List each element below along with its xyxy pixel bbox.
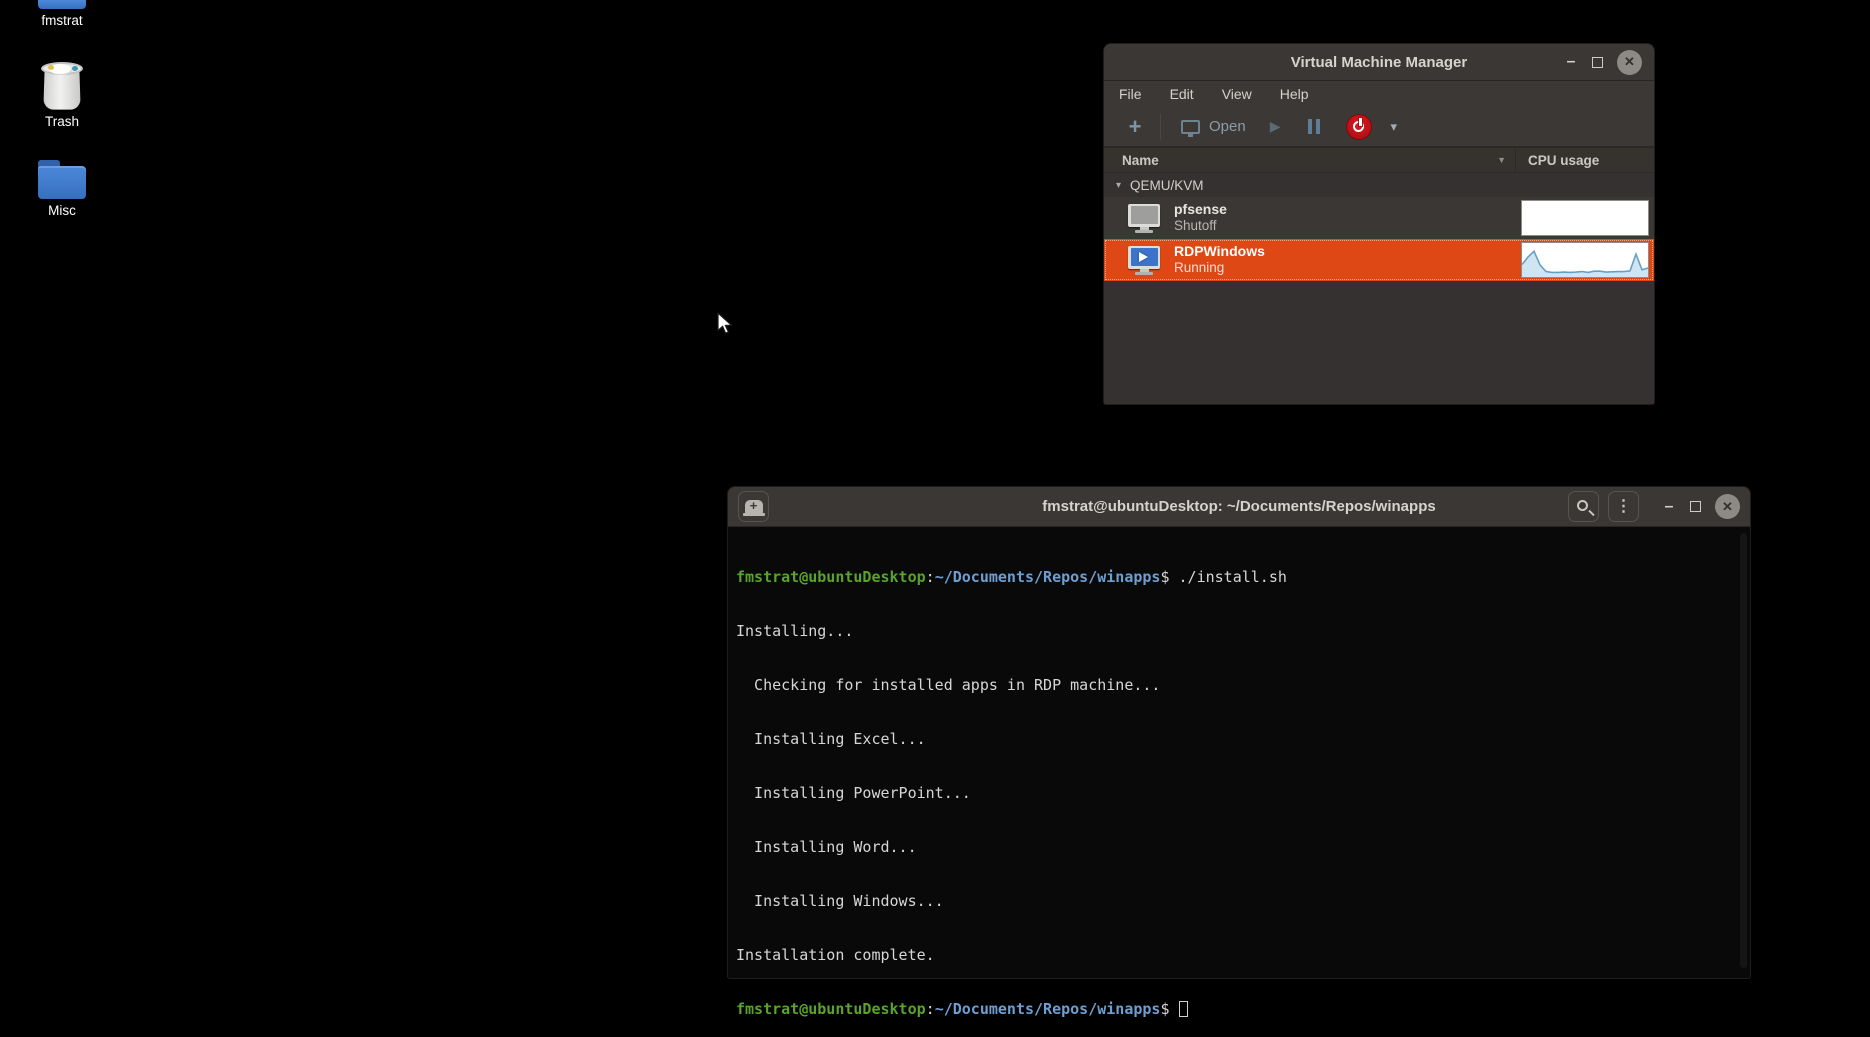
monitor-screen bbox=[1131, 206, 1158, 224]
folder-icon bbox=[38, 160, 86, 199]
prompt-user-host: fmstrat@ubuntuDesktop bbox=[736, 1000, 926, 1018]
vm-row-rdpwindows[interactable]: RDPWindows Running bbox=[1104, 239, 1654, 281]
maximize-button[interactable] bbox=[1690, 501, 1701, 512]
column-header-name[interactable]: Name ▼ bbox=[1104, 153, 1515, 168]
terminal-line: Installing Excel... bbox=[736, 730, 1742, 748]
expander-icon[interactable]: ▾ bbox=[1116, 180, 1121, 191]
prompt-path: ~/Documents/Repos/winapps bbox=[935, 1000, 1161, 1018]
minimize-button[interactable]: – bbox=[1564, 57, 1578, 67]
prompt-dollar: $ bbox=[1160, 568, 1169, 586]
vm-name: pfsense bbox=[1174, 201, 1227, 219]
desktop-icon-misc[interactable]: Misc bbox=[10, 160, 114, 218]
folder-icon bbox=[38, 0, 86, 9]
minimize-button[interactable]: – bbox=[1662, 502, 1676, 512]
vmm-window: Virtual Machine Manager – ✕ File Edit Vi… bbox=[1103, 43, 1655, 405]
maximize-button[interactable] bbox=[1592, 57, 1603, 68]
monitor-frame bbox=[1128, 246, 1160, 269]
menu-help[interactable]: Help bbox=[1280, 86, 1309, 102]
column-header-cpu[interactable]: CPU usage bbox=[1516, 153, 1599, 168]
prompt-separator: : bbox=[926, 1000, 935, 1018]
vm-status: Running bbox=[1174, 260, 1265, 277]
vm-group-row-qemu[interactable]: ▾ QEMU/KVM bbox=[1104, 173, 1654, 197]
prompt-user-host: fmstrat@ubuntuDesktop bbox=[736, 568, 926, 586]
prompt-path: ~/Documents/Repos/winapps bbox=[935, 568, 1161, 586]
vm-row-pfsense[interactable]: pfsense Shutoff bbox=[1104, 197, 1654, 239]
monitor-foot bbox=[1135, 272, 1153, 275]
mouse-cursor bbox=[716, 312, 740, 336]
trash-icon bbox=[37, 62, 87, 110]
new-terminal-icon bbox=[745, 500, 763, 514]
new-vm-button[interactable]: + bbox=[1120, 114, 1150, 140]
vm-monitor-icon-running bbox=[1128, 246, 1160, 275]
cpu-usage-graph-empty bbox=[1521, 200, 1649, 236]
terminal-line: Checking for installed apps in RDP machi… bbox=[736, 676, 1742, 694]
vm-group-label: QEMU/KVM bbox=[1130, 178, 1204, 193]
vmm-toolbar: + Open ▶ ▾ bbox=[1104, 107, 1654, 147]
desktop-icon-label: Misc bbox=[10, 203, 114, 218]
sort-indicator-icon[interactable]: ▼ bbox=[1497, 155, 1506, 165]
name-column-label: Name bbox=[1122, 153, 1159, 168]
toolbar-separator bbox=[1160, 114, 1161, 140]
folder-body bbox=[38, 166, 86, 199]
menu-view[interactable]: View bbox=[1222, 86, 1252, 102]
menu-edit[interactable]: Edit bbox=[1170, 86, 1194, 102]
prompt-separator: : bbox=[926, 568, 935, 586]
desktop-icon-label: fmstrat bbox=[10, 13, 114, 28]
pause-vm-button[interactable] bbox=[1308, 119, 1320, 134]
terminal-cursor bbox=[1179, 1001, 1188, 1017]
shutdown-vm-button[interactable] bbox=[1346, 114, 1372, 140]
vm-texts: pfsense Shutoff bbox=[1174, 201, 1227, 235]
trash-speck bbox=[72, 66, 78, 71]
run-vm-button[interactable]: ▶ bbox=[1270, 118, 1281, 135]
prompt-dollar: $ bbox=[1160, 1000, 1169, 1018]
vm-texts: RDPWindows Running bbox=[1174, 243, 1265, 277]
terminal-line: Installation complete. bbox=[736, 946, 1742, 964]
terminal-scrollbar[interactable] bbox=[1740, 533, 1747, 968]
power-icon-bar bbox=[1359, 118, 1362, 126]
terminal-line-prompt: fmstrat@ubuntuDesktop:~/Documents/Repos/… bbox=[736, 1000, 1742, 1018]
monitor-frame bbox=[1128, 204, 1160, 227]
cpu-sparkline bbox=[1522, 243, 1648, 277]
trash-speck bbox=[48, 65, 54, 70]
command-text: ./install.sh bbox=[1170, 568, 1287, 586]
vm-name: RDPWindows bbox=[1174, 243, 1265, 261]
play-icon bbox=[1139, 252, 1148, 262]
shutdown-dropdown-caret[interactable]: ▾ bbox=[1390, 119, 1397, 135]
pause-bar bbox=[1316, 119, 1320, 134]
pause-bar bbox=[1308, 119, 1312, 134]
cpu-usage-graph bbox=[1521, 242, 1649, 278]
kebab-menu-icon: ⋮ bbox=[1616, 502, 1632, 512]
terminal-output[interactable]: fmstrat@ubuntuDesktop:~/Documents/Repos/… bbox=[728, 527, 1750, 1037]
monitor-foot bbox=[1135, 230, 1153, 233]
menu-file[interactable]: File bbox=[1119, 86, 1142, 102]
terminal-window: fmstrat@ubuntuDesktop: ~/Documents/Repos… bbox=[727, 486, 1751, 979]
close-button[interactable]: ✕ bbox=[1715, 494, 1740, 519]
terminal-titlebar[interactable]: fmstrat@ubuntuDesktop: ~/Documents/Repos… bbox=[728, 487, 1750, 527]
vmm-menubar: File Edit View Help bbox=[1104, 81, 1654, 107]
desktop-icon-trash[interactable]: Trash bbox=[10, 62, 114, 129]
search-icon bbox=[1577, 500, 1588, 511]
desktop-icon-fmstrat[interactable]: fmstrat bbox=[10, 0, 114, 28]
monitor-icon bbox=[1181, 120, 1200, 134]
monitor-screen bbox=[1131, 248, 1158, 266]
search-button[interactable] bbox=[1568, 491, 1599, 522]
terminal-line: Installing Word... bbox=[736, 838, 1742, 856]
vm-monitor-icon-off bbox=[1128, 204, 1160, 233]
desktop-icon-label: Trash bbox=[10, 114, 114, 129]
terminal-line: Installing Windows... bbox=[736, 892, 1742, 910]
new-terminal-button[interactable] bbox=[738, 491, 769, 522]
terminal-line-prompt: fmstrat@ubuntuDesktop:~/Documents/Repos/… bbox=[736, 568, 1742, 586]
open-button-label: Open bbox=[1209, 118, 1246, 135]
vmm-titlebar[interactable]: Virtual Machine Manager – ✕ bbox=[1104, 44, 1654, 81]
vm-status: Shutoff bbox=[1174, 218, 1227, 235]
vm-list: ▾ QEMU/KVM pfsense Shutoff RDPWindows bbox=[1104, 173, 1654, 281]
close-button[interactable]: ✕ bbox=[1617, 50, 1642, 75]
menu-button[interactable]: ⋮ bbox=[1608, 491, 1639, 522]
open-vm-button[interactable]: Open bbox=[1181, 118, 1246, 135]
vm-list-header: Name ▼ CPU usage bbox=[1104, 147, 1654, 173]
terminal-line: Installing PowerPoint... bbox=[736, 784, 1742, 802]
terminal-line: Installing... bbox=[736, 622, 1742, 640]
